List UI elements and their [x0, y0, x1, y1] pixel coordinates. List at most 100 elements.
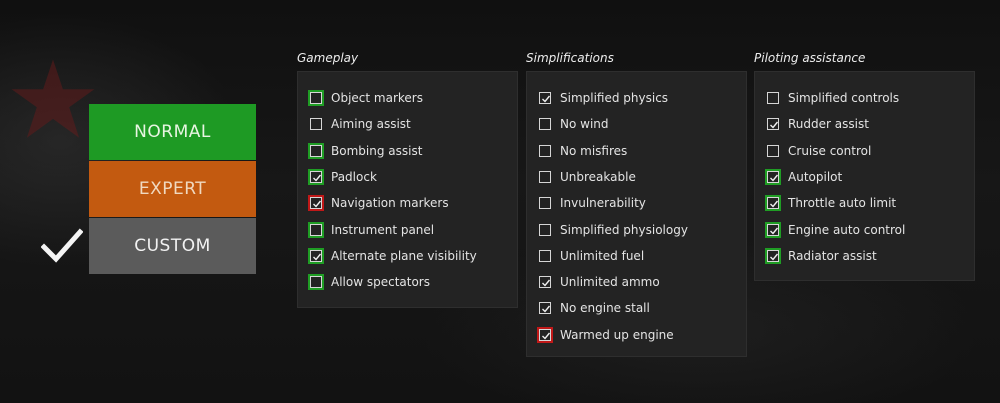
checkbox-inner — [539, 328, 551, 341]
option-checkbox[interactable] — [539, 197, 551, 210]
option-label: Simplified physics — [560, 91, 669, 105]
check-icon — [542, 332, 551, 340]
option-row[interactable]: Unbreakable — [539, 168, 636, 186]
option-checkbox[interactable] — [308, 247, 324, 264]
check-icon — [770, 200, 779, 208]
check-icon — [770, 253, 779, 261]
option-row[interactable]: Allow spectators — [308, 273, 430, 291]
option-label: Cruise control — [788, 143, 872, 158]
option-row[interactable]: Padlock — [308, 168, 377, 186]
checkbox-inner — [310, 144, 322, 157]
option-checkbox[interactable] — [308, 142, 324, 159]
difficulty-mode-group: NORMAL EXPERT CUSTOM — [89, 104, 256, 275]
gameplay-title: Gameplay — [297, 51, 359, 65]
option-row[interactable]: Autopilot — [765, 168, 843, 186]
expert-mode-label: EXPERT — [138, 179, 207, 199]
option-row[interactable]: Bombing assist — [308, 142, 423, 160]
option-row[interactable]: Simplified physics — [539, 89, 668, 107]
option-checkbox[interactable] — [767, 118, 779, 131]
option-row[interactable]: Navigation markers — [308, 194, 449, 212]
star-emblem-icon — [11, 59, 95, 138]
option-row[interactable]: Throttle auto limit — [765, 194, 897, 212]
option-label: Unbreakable — [560, 169, 636, 184]
option-checkbox[interactable] — [539, 118, 551, 131]
option-checkbox[interactable] — [765, 195, 781, 212]
option-checkbox[interactable] — [765, 168, 781, 185]
checkbox-inner — [767, 223, 779, 236]
option-row[interactable]: Instrument panel — [308, 221, 435, 239]
checkbox-inner — [310, 92, 322, 104]
option-label: No wind — [560, 117, 609, 132]
option-checkbox[interactable] — [539, 249, 551, 262]
checkbox-inner — [767, 170, 779, 183]
option-row[interactable]: Object markers — [308, 89, 423, 107]
option-checkbox[interactable] — [765, 221, 781, 238]
option-checkbox[interactable] — [767, 144, 779, 157]
check-icon — [313, 200, 322, 208]
piloting-assistance-title: Piloting assistance — [754, 51, 866, 65]
option-checkbox[interactable] — [308, 168, 324, 185]
option-label: Rudder assist — [788, 117, 869, 132]
option-label: Instrument panel — [331, 222, 435, 237]
option-row[interactable]: Alternate plane visibility — [308, 247, 477, 265]
option-checkbox[interactable] — [539, 302, 551, 315]
option-checkbox[interactable] — [308, 221, 324, 238]
piloting-assistance-panel: Simplified controls Rudder assist Cruise c… — [754, 71, 975, 281]
normal-mode-label: NORMAL — [134, 122, 211, 142]
option-checkbox[interactable] — [539, 92, 551, 104]
option-row[interactable]: Warmed up engine — [537, 326, 674, 344]
option-label: Autopilot — [788, 169, 843, 184]
option-label: No misfires — [560, 143, 628, 158]
option-checkbox[interactable] — [308, 274, 324, 291]
option-row[interactable]: No misfires — [539, 142, 627, 160]
option-checkbox[interactable] — [767, 92, 779, 104]
option-label: Allow spectators — [331, 275, 430, 290]
custom-mode-button[interactable]: CUSTOM — [89, 218, 256, 274]
option-label: Aiming assist — [331, 117, 411, 132]
option-label: No engine stall — [560, 301, 650, 316]
gameplay-panel: Object markers Aiming assist Bombing assis… — [297, 71, 518, 308]
option-checkbox[interactable] — [539, 170, 551, 183]
option-checkbox[interactable] — [539, 276, 551, 289]
normal-mode-button[interactable]: NORMAL — [89, 104, 256, 160]
check-icon — [313, 174, 322, 182]
check-icon — [770, 227, 779, 235]
option-checkbox[interactable] — [310, 118, 322, 131]
option-label: Simplified physiology — [560, 222, 688, 237]
option-row[interactable]: Engine auto control — [765, 221, 906, 239]
option-checkbox[interactable] — [539, 223, 551, 236]
simplifications-title: Simplifications — [526, 51, 614, 65]
checkbox-inner — [310, 197, 322, 210]
option-row[interactable]: Simplified controls — [767, 89, 899, 107]
option-checkbox[interactable] — [308, 195, 324, 212]
checkbox-inner — [310, 223, 322, 236]
option-label: Object markers — [331, 91, 423, 105]
option-label: Engine auto control — [788, 222, 906, 237]
option-label: Navigation markers — [331, 196, 449, 211]
custom-mode-label: CUSTOM — [134, 236, 211, 256]
option-row[interactable]: Unlimited fuel — [539, 247, 644, 265]
option-checkbox[interactable] — [539, 144, 551, 157]
option-row[interactable]: Radiator assist — [765, 247, 877, 265]
option-row[interactable]: No wind — [539, 115, 609, 133]
expert-mode-button[interactable]: EXPERT — [89, 161, 256, 217]
option-row[interactable]: Cruise control — [767, 142, 871, 160]
option-row[interactable]: Unlimited ammo — [539, 273, 660, 291]
option-row[interactable]: Invulnerability — [539, 194, 646, 212]
option-label: Unlimited fuel — [560, 248, 645, 263]
option-row[interactable]: No engine stall — [539, 299, 650, 317]
option-label: Bombing assist — [331, 143, 423, 158]
option-checkbox[interactable] — [308, 90, 324, 106]
option-checkbox[interactable] — [765, 247, 781, 264]
option-row[interactable]: Aiming assist — [310, 115, 411, 133]
option-label: Warmed up engine — [560, 327, 674, 342]
option-row[interactable]: Rudder assist — [767, 115, 869, 133]
checkbox-inner — [767, 197, 779, 210]
option-label: Radiator assist — [788, 248, 877, 263]
option-checkbox[interactable] — [537, 326, 553, 343]
checkbox-inner — [310, 249, 322, 262]
check-icon — [542, 305, 551, 313]
check-icon — [313, 253, 322, 261]
option-row[interactable]: Simplified physiology — [539, 221, 688, 239]
option-label: Throttle auto limit — [788, 196, 897, 211]
